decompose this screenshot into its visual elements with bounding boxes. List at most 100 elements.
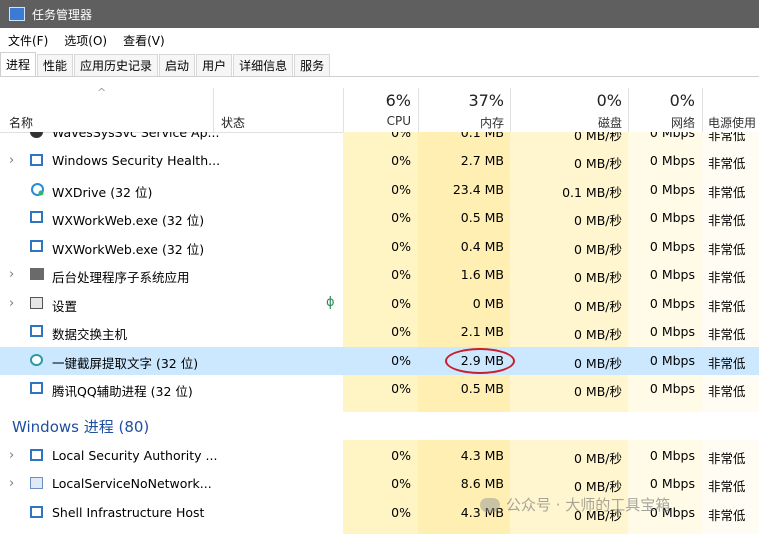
table-row[interactable]: WXDrive (32 位) 0% 23.4 MB 0.1 MB/秒 0 Mbp…: [0, 176, 759, 204]
tab-app-history[interactable]: 应用历史记录: [74, 54, 159, 76]
process-name: WavesSysSvc Service Ap...: [52, 132, 220, 140]
column-name[interactable]: 名称: [9, 114, 33, 131]
table-row[interactable]: WXWorkWeb.exe (32 位) 0% 0.5 MB 0 MB/秒 0 …: [0, 204, 759, 232]
column-cpu[interactable]: CPU: [343, 114, 411, 128]
disk-cell: 0 MB/秒: [574, 451, 622, 466]
tab-details[interactable]: 详细信息: [233, 54, 294, 76]
network-cell: 0 Mbps: [649, 381, 695, 396]
expand-chevron-icon[interactable]: ›: [9, 296, 14, 311]
power-cell: 非常低: [708, 356, 746, 371]
tab-startup[interactable]: 启动: [159, 54, 196, 76]
power-cell: 非常低: [708, 299, 746, 314]
process-list: WavesSysSvc Service Ap... 0% 0.1 MB 0 MB…: [0, 132, 759, 534]
menu-bar: 文件(F) 选项(O) 查看(V): [0, 30, 173, 50]
process-name: Windows Security Health...: [52, 153, 221, 168]
expand-chevron-icon[interactable]: ›: [9, 153, 14, 168]
power-cell: 非常低: [708, 185, 746, 200]
cpu-cell: 0%: [391, 476, 411, 491]
table-row[interactable]: › Windows Security Health... 0% 2.7 MB 0…: [0, 147, 759, 175]
cpu-cell: 0%: [391, 267, 411, 282]
column-divider[interactable]: [213, 88, 214, 132]
cpu-cell: 0%: [391, 132, 411, 140]
menu-file[interactable]: 文件(F): [0, 32, 56, 49]
window-app-icon: [30, 325, 43, 337]
column-status[interactable]: 状态: [221, 114, 245, 131]
waves-icon: [30, 132, 43, 138]
network-cell: 0 Mbps: [649, 324, 695, 339]
memory-percent: 37%: [468, 91, 504, 110]
network-cell: 0 Mbps: [649, 239, 695, 254]
table-row[interactable]: 腾讯QQ辅助进程 (32 位) 0% 0.5 MB 0 MB/秒 0 Mbps …: [0, 375, 759, 403]
network-cell: 0 Mbps: [649, 267, 695, 282]
process-name: WXWorkWeb.exe (32 位): [52, 213, 205, 228]
process-name: WXWorkWeb.exe (32 位): [52, 242, 205, 257]
disk-cell: 0 MB/秒: [574, 132, 622, 143]
process-name: LocalServiceNoNetwork...: [52, 476, 212, 491]
disk-cell: 0 MB/秒: [574, 156, 622, 171]
network-cell: 0 Mbps: [649, 448, 695, 463]
power-cell: 非常低: [708, 508, 746, 523]
window-app-icon: [30, 506, 43, 518]
column-power[interactable]: 电源使用: [708, 114, 759, 131]
power-cell: 非常低: [708, 451, 746, 466]
memory-cell: 8.6 MB: [460, 476, 504, 491]
tab-services[interactable]: 服务: [294, 54, 331, 76]
table-row[interactable]: › Local Security Authority ... 0% 4.3 MB…: [0, 442, 759, 470]
power-cell: 非常低: [708, 384, 746, 399]
disk-cell: 0.1 MB/秒: [562, 185, 622, 200]
disk-cell: 0 MB/秒: [574, 242, 622, 257]
efficiency-leaf-icon: ϕ: [326, 295, 335, 310]
network-percent: 0%: [669, 91, 695, 110]
expand-chevron-icon[interactable]: ›: [9, 267, 14, 282]
table-row[interactable]: 数据交换主机 0% 2.1 MB 0 MB/秒 0 Mbps 非常低: [0, 318, 759, 346]
table-row[interactable]: WavesSysSvc Service Ap... 0% 0.1 MB 0 MB…: [0, 132, 759, 147]
service-host-icon: [30, 477, 43, 489]
process-name: WXDrive (32 位): [52, 185, 153, 200]
power-cell: 非常低: [708, 213, 746, 228]
expand-chevron-icon[interactable]: ›: [9, 476, 14, 491]
disk-cell: 0 MB/秒: [574, 479, 622, 494]
power-cell: 非常低: [708, 156, 746, 171]
memory-cell: 4.3 MB: [460, 448, 504, 463]
memory-cell: 0 MB: [472, 296, 504, 311]
column-memory[interactable]: 内存: [418, 114, 504, 131]
menu-options[interactable]: 选项(O): [56, 32, 115, 49]
cpu-percent: 6%: [385, 91, 411, 110]
network-cell: 0 Mbps: [649, 132, 695, 140]
table-row[interactable]: WXWorkWeb.exe (32 位) 0% 0.4 MB 0 MB/秒 0 …: [0, 233, 759, 261]
table-row-selected[interactable]: 一键截屏提取文字 (32 位) 0% 2.9 MB 0 MB/秒 0 Mbps …: [0, 347, 759, 375]
tab-users[interactable]: 用户: [196, 54, 233, 76]
group-label: Windows 进程 (80): [12, 418, 150, 436]
watermark: 公众号 · 大师的工具宝箱: [480, 494, 670, 515]
network-cell: 0 Mbps: [649, 296, 695, 311]
cpu-cell: 0%: [391, 324, 411, 339]
column-network[interactable]: 网络: [628, 114, 695, 131]
cpu-cell: 0%: [391, 182, 411, 197]
network-cell: 0 Mbps: [649, 153, 695, 168]
settings-gear-icon: [30, 297, 43, 309]
process-name: 后台处理程序子系统应用: [52, 270, 190, 285]
table-row[interactable]: › 设置 ϕ 0% 0 MB 0 MB/秒 0 Mbps 非常低: [0, 290, 759, 318]
cpu-cell: 0%: [391, 210, 411, 225]
power-cell: 非常低: [708, 479, 746, 494]
memory-cell: 2.7 MB: [460, 153, 504, 168]
task-manager-icon: [9, 7, 25, 21]
memory-cell: 0.5 MB: [460, 381, 504, 396]
column-disk[interactable]: 磁盘: [510, 114, 622, 131]
disk-cell: 0 MB/秒: [574, 327, 622, 342]
column-divider[interactable]: [702, 88, 703, 132]
table-row[interactable]: › 后台处理程序子系统应用 0% 1.6 MB 0 MB/秒 0 Mbps 非常…: [0, 261, 759, 289]
wxdrive-icon: [30, 182, 45, 197]
tab-processes[interactable]: 进程: [0, 52, 37, 76]
disk-cell: 0 MB/秒: [574, 384, 622, 399]
memory-cell: 23.4 MB: [452, 182, 504, 197]
network-cell: 0 Mbps: [649, 353, 695, 368]
tab-performance[interactable]: 性能: [37, 54, 74, 76]
menu-view[interactable]: 查看(V): [115, 32, 173, 49]
cpu-cell: 0%: [391, 381, 411, 396]
group-header[interactable]: Windows 进程 (80): [0, 412, 759, 440]
disk-cell: 0 MB/秒: [574, 356, 622, 371]
expand-chevron-icon[interactable]: ›: [9, 448, 14, 463]
watermark-text: 公众号 · 大师的工具宝箱: [506, 496, 671, 514]
window-app-icon: [30, 154, 43, 166]
